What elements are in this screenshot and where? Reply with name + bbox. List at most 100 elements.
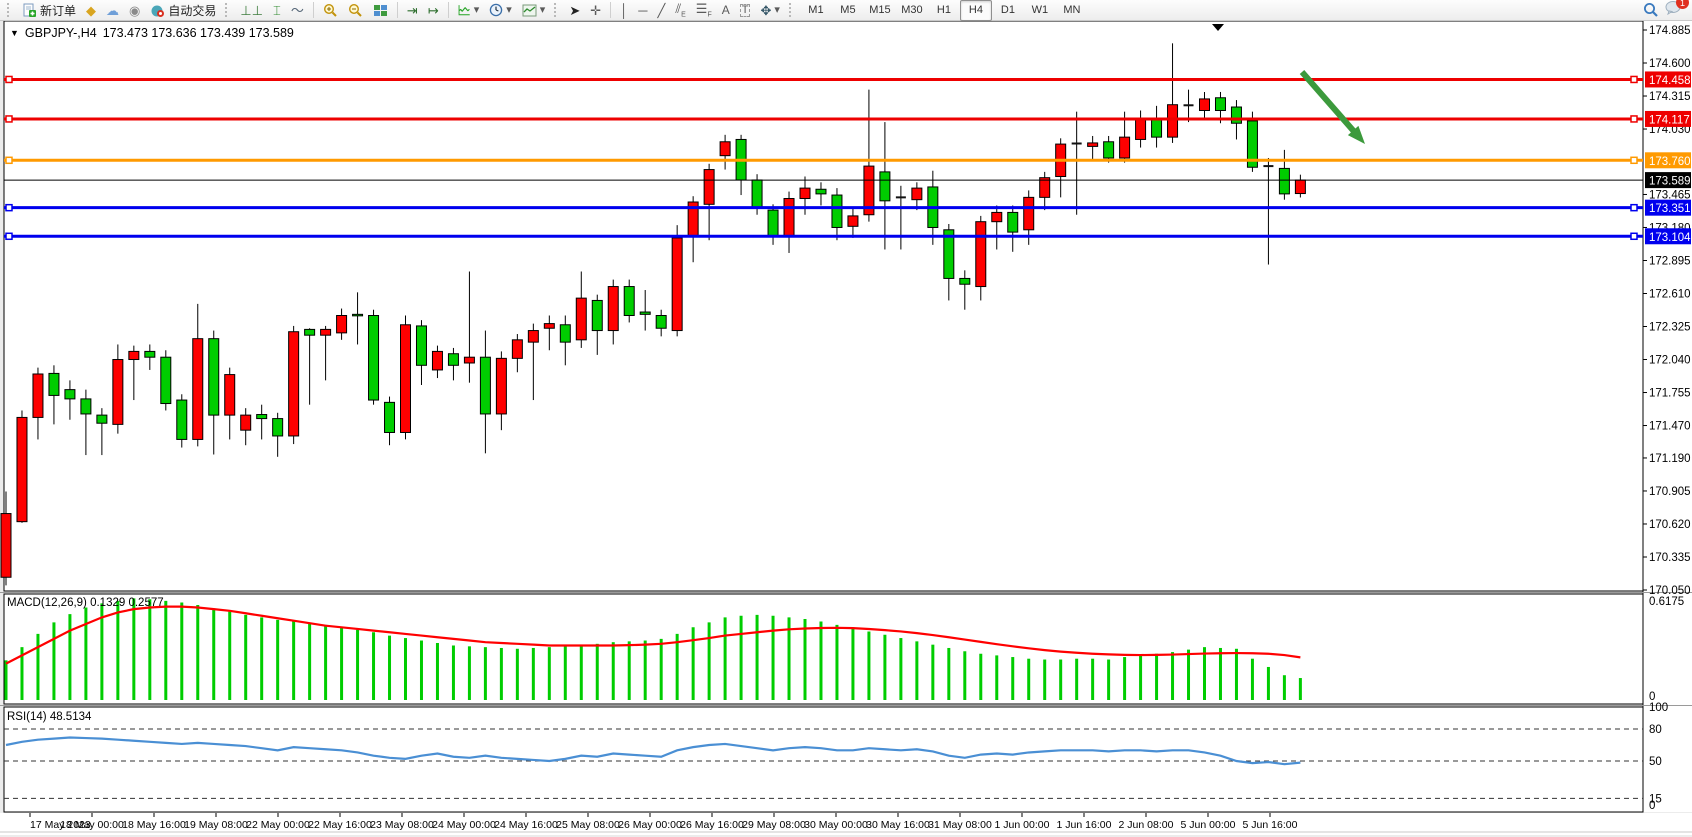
candle xyxy=(337,316,347,333)
horizontal-line-button[interactable]: ─ xyxy=(634,0,651,21)
candle xyxy=(752,180,762,208)
price-tick-label: 171.755 xyxy=(1649,388,1691,400)
candle xyxy=(880,172,890,201)
line-anchor[interactable] xyxy=(1631,157,1637,163)
collapse-triangle-icon[interactable]: ▼ xyxy=(10,28,19,38)
timeframe-h4[interactable]: H4 xyxy=(960,0,992,21)
trendline-button[interactable]: ╱ xyxy=(653,0,669,21)
timeframe-mn[interactable]: MN xyxy=(1056,0,1088,21)
auto-scroll-button[interactable]: ⇥ xyxy=(403,0,422,21)
new-order-label: 新订单 xyxy=(40,2,76,19)
label-icon: T xyxy=(740,4,751,17)
channel-button[interactable]: ⫽E xyxy=(671,0,689,21)
periods-button[interactable]: ▾ xyxy=(485,0,516,21)
signals-button[interactable]: ◉ xyxy=(125,0,144,21)
price-tick-label: 172.325 xyxy=(1649,322,1691,334)
chart-shift-icon: ↦ xyxy=(428,4,439,17)
tile-windows-button[interactable] xyxy=(369,0,392,21)
toolbar-grip[interactable] xyxy=(554,3,560,17)
toolbar-grip[interactable] xyxy=(7,3,13,17)
timeframe-d1[interactable]: D1 xyxy=(992,0,1024,21)
line-anchor[interactable] xyxy=(6,157,12,163)
line-anchor[interactable] xyxy=(6,205,12,211)
zoom-out-button[interactable] xyxy=(344,0,367,21)
bar-chart-button[interactable]: ⊥⊥ xyxy=(236,0,267,21)
toolbar-grip[interactable] xyxy=(789,3,795,17)
fibonacci-button[interactable]: ☰F xyxy=(692,0,716,21)
candle xyxy=(385,402,395,432)
candle xyxy=(1104,142,1114,158)
line-anchor[interactable] xyxy=(6,233,12,239)
line-anchor[interactable] xyxy=(6,76,12,82)
candle xyxy=(1215,98,1225,111)
candle xyxy=(848,216,858,226)
vertical-line-button[interactable]: │ xyxy=(616,0,632,21)
date-tick-label: 5 Jun 16:00 xyxy=(1243,819,1298,831)
candle xyxy=(97,415,107,423)
candle xyxy=(1,514,11,578)
price-tick-label: 172.040 xyxy=(1649,355,1691,367)
price-tick-label: 171.190 xyxy=(1649,453,1691,465)
timeframe-m15[interactable]: M15 xyxy=(864,0,896,21)
candle xyxy=(816,189,826,194)
trendline-icon: ╱ xyxy=(657,4,665,17)
search-icon[interactable] xyxy=(1643,2,1659,18)
candlestick-button[interactable]: ⌶ xyxy=(269,0,285,21)
candle xyxy=(225,375,235,416)
line-anchor[interactable] xyxy=(6,116,12,122)
candle xyxy=(1168,105,1178,137)
candle xyxy=(257,415,267,419)
candle xyxy=(289,332,299,436)
label-tool-button[interactable]: T xyxy=(736,0,755,21)
market-watch-button[interactable]: ◆ xyxy=(82,0,100,21)
cursor-button[interactable]: ➤ xyxy=(565,0,584,21)
indicators-button[interactable]: 🗠▾ xyxy=(454,0,484,21)
date-tick-label: 5 Jun 00:00 xyxy=(1181,819,1236,831)
new-order-button[interactable]: 新订单 xyxy=(18,0,80,21)
candle xyxy=(305,329,315,335)
templates-button[interactable]: ▾ xyxy=(518,0,550,21)
toolbar-grip[interactable] xyxy=(225,3,231,17)
candle xyxy=(608,287,618,331)
chevron-down-icon: ▾ xyxy=(774,5,780,16)
chart-title: ▼ GBPJPY-,H4 173.473 173.636 173.439 173… xyxy=(10,26,294,40)
candle xyxy=(976,222,986,287)
zoom-in-icon xyxy=(323,3,338,18)
timeframe-w1[interactable]: W1 xyxy=(1024,0,1056,21)
date-tick-label: 30 May 00:00 xyxy=(804,819,868,831)
line-anchor[interactable] xyxy=(1631,205,1637,211)
gold-icon: ◆ xyxy=(86,4,96,17)
notifications-button[interactable]: 1 xyxy=(1665,0,1682,20)
crosshair-button[interactable]: ✛ xyxy=(586,0,605,21)
candle xyxy=(640,312,650,314)
price-tick-label: 173.465 xyxy=(1649,189,1691,201)
chart-window[interactable]: 174.885174.600174.315174.030173.465173.1… xyxy=(0,21,1692,837)
macd-indicator-label: MACD(12,26,9) 0.1329 0.2577 xyxy=(7,597,164,609)
timeframe-m30[interactable]: M30 xyxy=(896,0,928,21)
timeframe-m1[interactable]: M1 xyxy=(800,0,832,21)
candle xyxy=(496,358,506,414)
text-tool-button[interactable]: A xyxy=(718,0,734,21)
line-anchor[interactable] xyxy=(1631,233,1637,239)
shapes-button[interactable]: ✥▾ xyxy=(756,0,783,21)
candle xyxy=(432,351,442,370)
zoom-in-button[interactable] xyxy=(319,0,342,21)
accounts-button[interactable]: ☁ xyxy=(102,0,123,21)
arrows-icon: ✥ xyxy=(760,4,771,17)
line-chart-button[interactable]: 〜 xyxy=(287,0,308,21)
panel-frame xyxy=(4,707,1643,812)
date-tick-label: 23 May 08:00 xyxy=(370,819,434,831)
date-tick-label: 24 May 16:00 xyxy=(494,819,558,831)
auto-trading-button[interactable]: 自动交易 xyxy=(146,0,220,21)
line-anchor[interactable] xyxy=(1631,76,1637,82)
chevron-down-icon: ▾ xyxy=(474,5,480,16)
date-tick-label: 18 May 16:00 xyxy=(122,819,186,831)
price-line-badge: 173.351 xyxy=(1649,203,1691,215)
timeframe-h1[interactable]: H1 xyxy=(928,0,960,21)
auto-trading-label: 自动交易 xyxy=(168,2,216,19)
timeframe-m5[interactable]: M5 xyxy=(832,0,864,21)
chart-shift-button[interactable]: ↦ xyxy=(424,0,443,21)
line-anchor[interactable] xyxy=(1631,116,1637,122)
candle xyxy=(49,373,59,395)
price-chart[interactable]: 174.885174.600174.315174.030173.465173.1… xyxy=(0,21,1692,837)
